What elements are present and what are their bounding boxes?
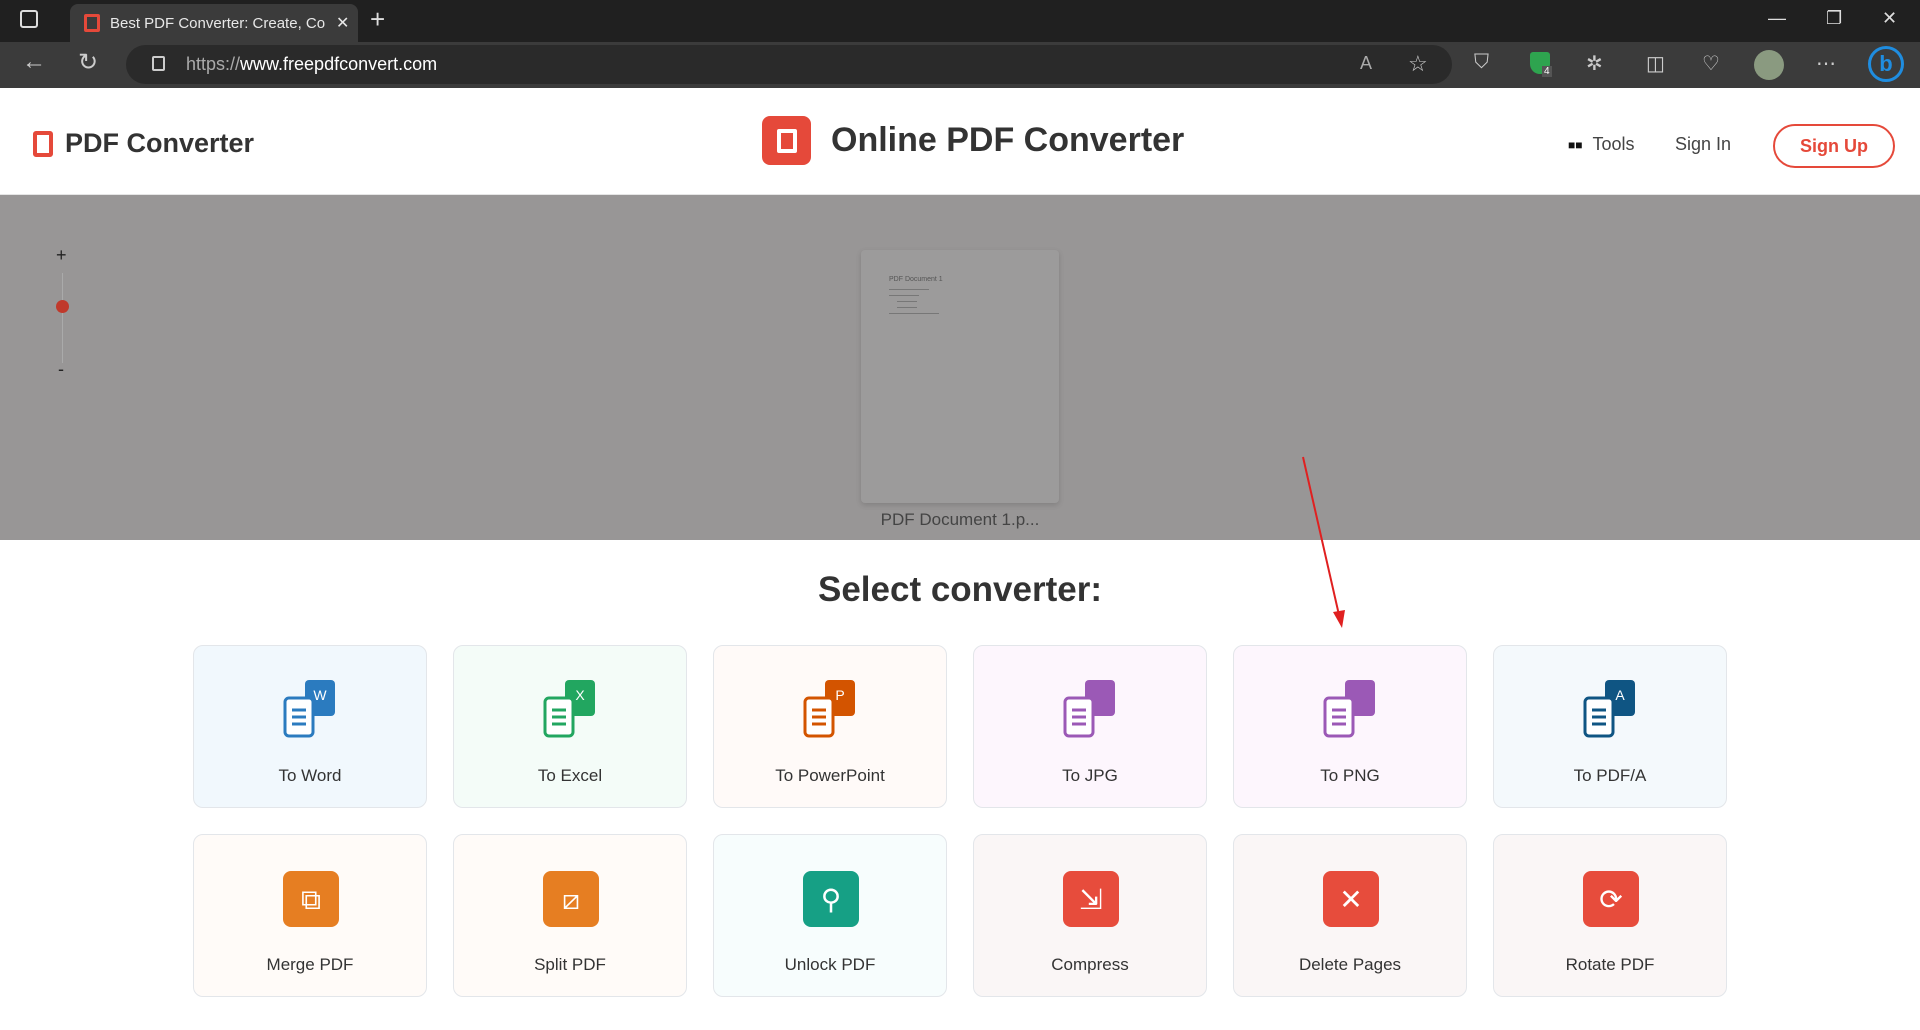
extensions-icon[interactable]: ✲ [1586, 51, 1603, 76]
adguard-extension-icon[interactable]: 4 [1530, 52, 1552, 77]
converter-to-png[interactable]: To PNG [1233, 645, 1467, 808]
refresh-icon[interactable]: ↻ [78, 48, 98, 77]
pdf-thumbnail[interactable]: PDF Document 1 [861, 250, 1059, 503]
tab-bar: Best PDF Converter: Create, Conv ✕ + — ❐… [0, 0, 1920, 42]
converter-to-jpg[interactable]: To JPG [973, 645, 1207, 808]
svg-text:A: A [1615, 687, 1625, 703]
brand-link[interactable]: PDF Converter [33, 128, 254, 159]
url-protocol: https:// [186, 54, 241, 74]
converter-rotate-pdf[interactable]: ⟳ Rotate PDF [1493, 834, 1727, 997]
converter-label: Merge PDF [266, 955, 354, 974]
svg-text:✕: ✕ [1339, 883, 1362, 916]
site-header: PDF Converter Online PDF Converter ■■ To… [0, 88, 1920, 195]
center-logo-icon [762, 116, 811, 165]
converter-label: Compress [1051, 955, 1129, 974]
more-menu-icon[interactable]: ⋯ [1816, 51, 1836, 76]
svg-text:P: P [835, 687, 844, 703]
pdf-filename: PDF Document 1.p... [880, 510, 1040, 529]
extension-badge: 4 [1542, 66, 1552, 77]
center-title: Online PDF Converter [762, 116, 1184, 165]
zoom-slider-handle[interactable] [56, 300, 69, 313]
converter-label: To PDF/A [1573, 766, 1647, 785]
svg-text:⚲: ⚲ [821, 883, 842, 916]
copilot-icon[interactable]: b [1868, 46, 1904, 82]
browser-tab[interactable]: Best PDF Converter: Create, Conv ✕ [70, 4, 358, 42]
close-tab-icon[interactable]: ✕ [336, 13, 349, 33]
lock-icon[interactable] [152, 56, 165, 71]
converter-label: Delete Pages [1298, 955, 1402, 974]
grid-icon: ■■ [1568, 137, 1583, 152]
health-icon[interactable]: ♡ [1702, 51, 1720, 76]
close-window-icon[interactable]: ✕ [1882, 8, 1897, 29]
zoom-in-button[interactable]: + [56, 245, 67, 266]
minimize-icon[interactable]: — [1768, 8, 1786, 29]
new-tab-icon[interactable]: + [370, 4, 385, 35]
converter-merge-pdf[interactable]: ⧉ Merge PDF [193, 834, 427, 997]
restore-icon[interactable]: ❐ [1826, 8, 1842, 29]
sign-up-button[interactable]: Sign Up [1773, 124, 1895, 168]
tools-label: Tools [1592, 134, 1635, 154]
profile-avatar[interactable] [1754, 50, 1784, 80]
converter-label: To PNG [1320, 766, 1380, 785]
brand-name: PDF Converter [65, 128, 255, 158]
sign-in-link[interactable]: Sign In [1675, 134, 1731, 155]
read-aloud-icon[interactable]: A [1360, 53, 1372, 74]
converter-to-powerpoint[interactable]: P To PowerPoint [713, 645, 947, 808]
converter-label: To JPG [1062, 766, 1118, 785]
tab-actions-icon[interactable] [20, 10, 38, 28]
thumbnail-doc-title: PDF Document 1 [889, 276, 943, 283]
svg-text:X: X [575, 687, 585, 703]
tab-title: Best PDF Converter: Create, Conv [110, 14, 326, 32]
address-bar[interactable]: https://www.freepdfconvert.com A ☆ [126, 45, 1452, 84]
favicon-icon [84, 14, 100, 32]
zoom-slider-track[interactable] [62, 273, 63, 363]
preview-area: + - PDF Document 1 PDF Document 1.p... [0, 195, 1920, 540]
converter-label: Rotate PDF [1565, 955, 1655, 974]
svg-text:⧄: ⧄ [562, 883, 580, 916]
split-screen-icon[interactable]: ◫ [1646, 51, 1665, 76]
svg-text:⇲: ⇲ [1079, 883, 1102, 916]
converter-label: To Excel [537, 766, 603, 785]
browser-toolbar: ← ↻ https://www.freepdfconvert.com A ☆ ⛉… [0, 42, 1920, 88]
url-host: www.freepdfconvert.com [240, 54, 438, 74]
svg-text:⧉: ⧉ [301, 883, 321, 916]
converter-to-pdf-a[interactable]: A To PDF/A [1493, 645, 1727, 808]
page-title: Online PDF Converter [831, 121, 1185, 159]
brand-logo-icon [33, 130, 53, 157]
svg-text:⟳: ⟳ [1599, 883, 1622, 916]
converter-label: To PowerPoint [775, 766, 885, 785]
converter-label: To Word [278, 766, 342, 785]
section-heading: Select converter: [817, 570, 1103, 609]
back-icon[interactable]: ← [22, 48, 46, 76]
zoom-out-button[interactable]: - [58, 359, 64, 380]
tools-menu[interactable]: ■■ Tools [1568, 134, 1635, 155]
converter-delete-pages[interactable]: ✕ Delete Pages [1233, 834, 1467, 997]
converter-label: Split PDF [534, 955, 606, 974]
svg-text:W: W [313, 687, 327, 703]
converter-compress[interactable]: ⇲ Compress [973, 834, 1207, 997]
shield-extension-icon[interactable]: ⛉ [1474, 51, 1489, 74]
converter-to-word[interactable]: W To Word [193, 645, 427, 808]
converter-to-excel[interactable]: X To Excel [453, 645, 687, 808]
converter-unlock-pdf[interactable]: ⚲ Unlock PDF [713, 834, 947, 997]
favorite-star-icon[interactable]: ☆ [1408, 51, 1428, 77]
converter-split-pdf[interactable]: ⧄ Split PDF [453, 834, 687, 997]
converter-label: Unlock PDF [784, 955, 876, 974]
